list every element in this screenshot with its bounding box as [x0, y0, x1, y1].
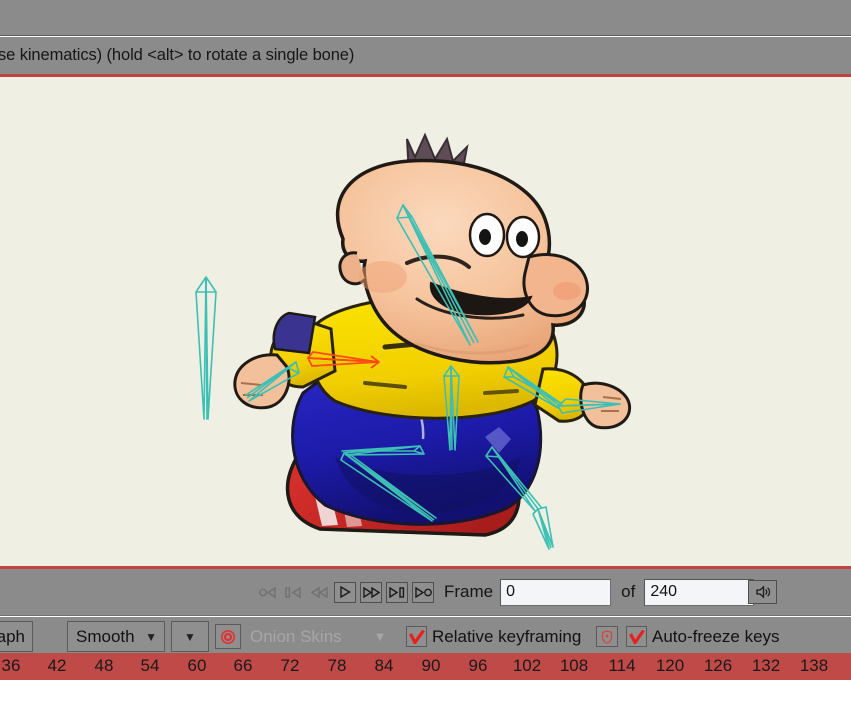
animation-options-toolbar: aph Smooth ▼ ▼ Onion Skins ▼ Relative ke…: [0, 617, 851, 656]
ruler-tick-label: 60: [187, 656, 207, 675]
ruler-tick-label: 54: [140, 656, 160, 675]
record-toggle-button[interactable]: [215, 624, 241, 649]
interpolation-dropdown[interactable]: Smooth ▼: [67, 621, 165, 652]
freeze-shield-button[interactable]: [596, 626, 618, 647]
ruler-tick-label: 90: [421, 656, 441, 675]
rewind-icon: [310, 586, 328, 598]
sound-toggle-button[interactable]: [748, 580, 777, 604]
frame-current-input[interactable]: 0: [500, 578, 612, 606]
next-frame-icon: [389, 586, 405, 598]
prev-frame-icon: [285, 586, 301, 598]
frame-label: Frame: [444, 582, 494, 601]
interpolation-value: Smooth: [76, 626, 135, 646]
character-artwork: [195, 132, 632, 550]
of-label: of: [621, 582, 636, 601]
ruler-tick-label: 138: [799, 656, 829, 675]
root-bone: [195, 276, 217, 420]
ruler-tick-label: 84: [374, 656, 394, 675]
relative-keyframing-control[interactable]: Relative keyframing: [406, 626, 581, 647]
ruler-tick-label: 126: [703, 656, 733, 675]
ruler-tick-label: 78: [327, 656, 347, 675]
ruler-tick-label: 108: [559, 656, 589, 675]
previous-keyframe-button[interactable]: [282, 582, 304, 603]
auto-freeze-keys-control[interactable]: Auto-freeze keys: [626, 626, 780, 647]
frame-total-input[interactable]: 240: [644, 578, 755, 606]
ruler-tick-label: 96: [468, 656, 488, 675]
relative-keyframing-checkbox[interactable]: [406, 626, 427, 647]
ruler-tick-label: 48: [94, 656, 114, 675]
hint-text: se kinematics) (hold <alt> to rotate a s…: [0, 46, 355, 64]
auto-freeze-keys-label: Auto-freeze keys: [652, 626, 780, 646]
timeline-track-area[interactable]: [0, 680, 851, 728]
fast-forward-icon: [362, 586, 380, 598]
relative-keyframing-label: Relative keyframing: [432, 626, 582, 646]
ruler-tick-label: 42: [47, 656, 67, 675]
skip-to-start-icon: [258, 586, 276, 598]
moho-animation-window: se kinematics) (hold <alt> to rotate a s…: [0, 0, 851, 728]
ruler-tick-label: 102: [512, 656, 542, 675]
interpolation-options-dropdown[interactable]: ▼: [171, 621, 209, 652]
auto-freeze-keys-checkbox[interactable]: [626, 626, 647, 647]
next-keyframe-button[interactable]: [386, 581, 408, 603]
onion-skins-label: Onion Skins: [250, 626, 342, 646]
frame-controls: Frame 0 of 240: [444, 578, 755, 606]
chevron-down-icon: ▼: [373, 629, 387, 644]
shield-icon: [601, 629, 613, 644]
play-icon: [340, 586, 351, 598]
hint-bar: se kinematics) (hold <alt> to rotate a s…: [0, 37, 851, 74]
rewind-to-start-button[interactable]: [256, 582, 278, 603]
onion-skins-control[interactable]: Onion Skins ▼: [250, 627, 387, 647]
ruler-tick-label: 120: [655, 656, 685, 675]
checkmark-icon: [628, 629, 645, 644]
timeline-ruler[interactable]: 36 42 48 54 60 66 72 78 84 90 96 102 108 114 120 126 132…: [0, 653, 851, 680]
fast-forward-button[interactable]: [360, 581, 382, 603]
playback-toolbar: Frame 0 of 240: [0, 569, 851, 616]
ruler-tick-label: 36: [1, 656, 21, 675]
ruler-tick-label: 72: [280, 656, 300, 675]
graph-mode-button[interactable]: aph: [0, 621, 33, 652]
ruler-tick-label: 114: [608, 656, 636, 675]
animation-viewport[interactable]: [0, 77, 851, 566]
record-circle-icon: [221, 629, 235, 644]
chevron-down-icon: ▼: [145, 629, 157, 644]
speaker-icon: [755, 585, 770, 599]
skip-to-end-button[interactable]: [412, 581, 434, 603]
ruler-tick-label: 66: [233, 656, 253, 675]
skip-to-end-icon: [414, 586, 432, 598]
chevron-down-icon: ▼: [184, 629, 196, 644]
checkmark-icon: [408, 629, 425, 644]
ruler-tick-label: 132: [751, 656, 781, 675]
top-chrome-bar: [0, 0, 851, 36]
play-button[interactable]: [334, 581, 356, 603]
step-back-button[interactable]: [308, 582, 330, 603]
transport-controls: [256, 581, 434, 603]
